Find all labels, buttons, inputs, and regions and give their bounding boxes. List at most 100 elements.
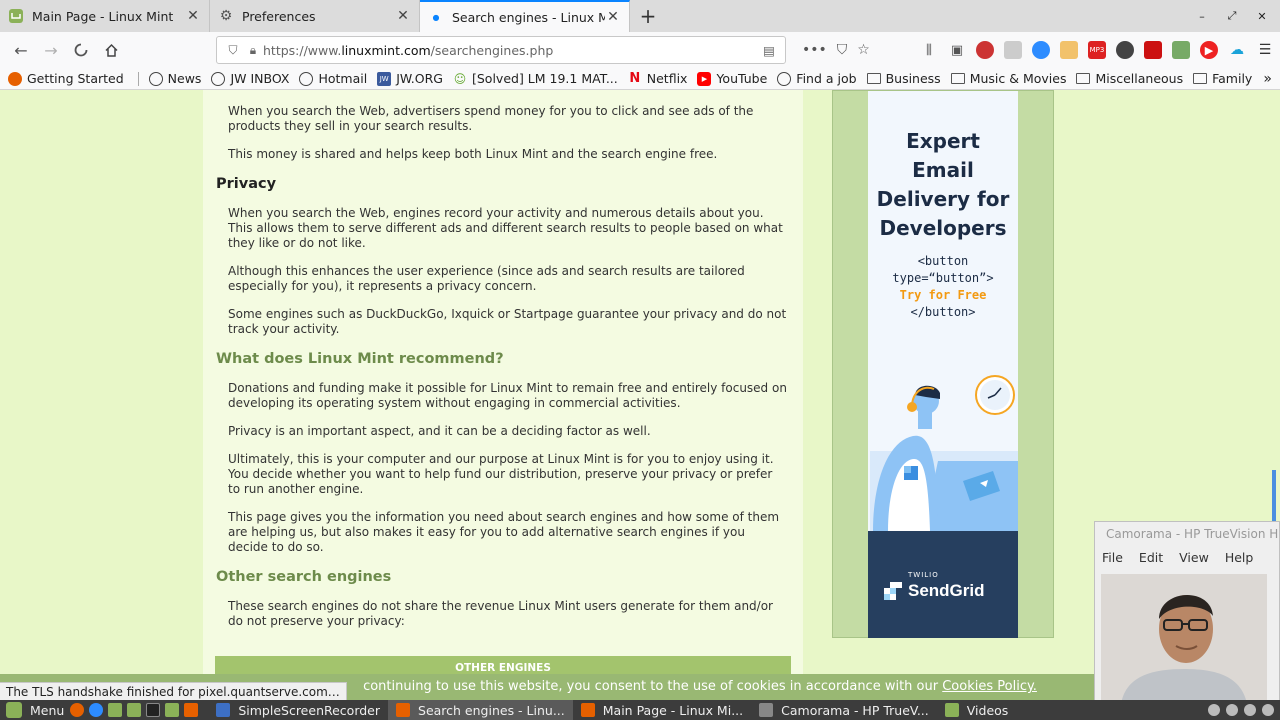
folder-icon — [866, 73, 881, 84]
paragraph: These search engines do not share the re… — [228, 599, 773, 628]
ad-cta[interactable]: Try for Free — [868, 287, 1018, 304]
tab-bar: Main Page - Linux Mint ✕ ⚙ Preferences ✕… — [0, 0, 1280, 32]
tab-preferences[interactable]: ⚙ Preferences ✕ — [210, 0, 420, 32]
paragraph: This money is shared and helps keep both… — [228, 147, 718, 161]
quick-launchers — [70, 703, 199, 717]
bookmark-getting-started[interactable]: Getting Started — [8, 71, 124, 86]
tab-title: Preferences — [242, 8, 316, 24]
ad-headline: Expert Email Delivery for Developers — [876, 129, 1010, 240]
lock-icon[interactable]: 🔒︎ — [243, 43, 263, 58]
youtube-icon: ▶ — [697, 71, 712, 86]
extension-red-icon[interactable] — [976, 41, 994, 59]
mint-icon — [8, 8, 24, 24]
firefox-launcher-2-icon[interactable] — [184, 703, 199, 717]
bookmark-netflix[interactable]: N Netflix — [628, 71, 687, 86]
extension-gray-icon[interactable] — [1004, 41, 1022, 59]
status-bar: The TLS handshake finished for pixel.qua… — [0, 682, 347, 702]
tab-search-engines[interactable]: ● Search engines - Linux Mint ✕ — [420, 0, 630, 32]
forward-button[interactable]: → — [36, 36, 66, 64]
camorama-window[interactable]: Camorama - HP TrueVision HD File Edit Vi… — [1094, 521, 1280, 704]
bookmark-news[interactable]: News — [148, 71, 201, 86]
camera-icon — [759, 703, 774, 717]
close-icon[interactable]: ✕ — [395, 8, 411, 24]
recorder-tray-icon[interactable] — [1226, 704, 1238, 716]
bookmark-folder-music-movies[interactable]: Music & Movies — [950, 71, 1066, 86]
hamburger-menu-icon[interactable]: ☰ — [1256, 41, 1274, 59]
bookmark-hotmail[interactable]: Hotmail — [299, 71, 367, 86]
close-icon[interactable]: ✕ — [605, 9, 621, 25]
pocket-icon[interactable]: ⛉ — [837, 42, 848, 58]
bookmark-youtube[interactable]: ▶ YouTube — [697, 71, 767, 86]
task-camorama[interactable]: Camorama - HP TrueV... — [751, 700, 937, 720]
update-tray-icon[interactable] — [1208, 704, 1220, 716]
sidebar-icon[interactable]: ▣ — [948, 41, 966, 59]
folder-icon — [1076, 73, 1091, 84]
webcam-person-image — [1101, 574, 1267, 704]
bookmark-find-a-job[interactable]: Find a job — [777, 71, 857, 86]
email-extension-icon[interactable] — [1116, 41, 1134, 59]
window-controls: – ⤢ ✕ — [1196, 0, 1280, 32]
menu-view[interactable]: View — [1179, 550, 1209, 565]
task-main-page[interactable]: Main Page - Linux Mi... — [573, 700, 751, 720]
reader-view-icon[interactable]: ▤ — [759, 43, 779, 58]
bookmark-jw-inbox[interactable]: JW INBOX — [211, 71, 289, 86]
bookmark-solved-lm[interactable]: ☺ [Solved] LM 19.1 MAT... — [453, 71, 618, 86]
folder-icon — [950, 73, 965, 84]
terminal-launcher-icon[interactable] — [146, 703, 161, 717]
image-extension-icon[interactable] — [1172, 41, 1190, 59]
menu-edit[interactable]: Edit — [1139, 550, 1163, 565]
cookie-text: continuing to use this website, you cons… — [363, 679, 939, 694]
stop-loading-button[interactable] — [66, 36, 96, 64]
app-launcher-icon[interactable] — [108, 703, 123, 717]
menu-file[interactable]: File — [1102, 550, 1123, 565]
start-menu-button[interactable]: Menu — [0, 702, 70, 718]
tab-title: Main Page - Linux Mint — [32, 8, 174, 24]
shield-icon[interactable]: ⛉ — [223, 43, 243, 58]
toolbar-extensions: ⫼ ▣ MP3 ▶ ☁ ☰ — [920, 41, 1274, 59]
microphone-tray-icon[interactable] — [1262, 704, 1274, 716]
firefox-launcher-icon[interactable] — [70, 703, 85, 717]
chevron-right-icon[interactable]: » — [1263, 71, 1272, 87]
library-icon[interactable]: ⫼ — [920, 41, 938, 59]
cloud-extension-icon[interactable]: ☁ — [1228, 41, 1246, 59]
cookies-policy-link[interactable]: Cookies Policy. — [942, 679, 1037, 694]
firefox-icon — [580, 703, 595, 717]
play-extension-icon[interactable]: ▶ — [1200, 41, 1218, 59]
bookmark-star-icon[interactable]: ☆ — [857, 42, 870, 58]
new-tab-button[interactable]: + — [630, 0, 666, 32]
more-actions-icon[interactable]: ••• — [802, 42, 827, 58]
folder-launcher-icon[interactable] — [165, 703, 180, 717]
tab-main-page[interactable]: Main Page - Linux Mint ✕ — [0, 0, 210, 32]
pencil-extension-icon[interactable] — [1144, 41, 1162, 59]
zoom-launcher-icon[interactable] — [89, 703, 104, 717]
close-window-icon[interactable]: ✕ — [1256, 10, 1268, 23]
ad-code-snippet: <button type=“button”> Try for Free </bu… — [868, 253, 1018, 321]
mp3-extension-icon[interactable]: MP3 — [1088, 41, 1106, 59]
camera-tray-icon[interactable] — [1244, 704, 1256, 716]
close-icon[interactable]: ✕ — [185, 8, 201, 24]
task-videos[interactable]: Videos — [937, 700, 1017, 720]
menu-help[interactable]: Help — [1225, 550, 1254, 565]
bookmark-folder-family[interactable]: Family — [1193, 71, 1252, 86]
home-button[interactable] — [96, 36, 126, 64]
task-search-engines[interactable]: Search engines - Linu... — [388, 700, 573, 720]
sendgrid-ad[interactable]: Expert Email Delivery for Developers <bu… — [868, 91, 1018, 638]
minimize-icon[interactable]: – — [1196, 10, 1208, 23]
task-simplescreenrecorder[interactable]: SimpleScreenRecorder — [208, 700, 388, 720]
bookmark-folder-business[interactable]: Business — [866, 71, 941, 86]
zoom-extension-icon[interactable] — [1032, 41, 1050, 59]
tab-title: Search engines - Linux Mint — [452, 9, 605, 25]
url-bar[interactable]: ⛉ 🔒︎ https://www.linuxmint.com/searcheng… — [216, 36, 786, 64]
back-button[interactable]: ← — [6, 36, 36, 64]
gear-icon: ⚙ — [219, 8, 233, 24]
sendgrid-logo-icon — [884, 582, 902, 600]
loading-spinner-icon — [74, 43, 88, 57]
notes-extension-icon[interactable] — [1060, 41, 1078, 59]
url-text[interactable]: https://www.linuxmint.com/searchengines.… — [263, 43, 759, 58]
maximize-icon[interactable]: ⤢ — [1226, 9, 1238, 23]
paragraph: Donations and funding make it possible f… — [228, 381, 787, 410]
bookmark-jw-org[interactable]: JW JW.ORG — [377, 71, 443, 86]
files-launcher-icon[interactable] — [127, 703, 142, 717]
bookmark-folder-miscellaneous[interactable]: Miscellaneous — [1076, 71, 1183, 86]
folder-icon — [944, 703, 959, 717]
